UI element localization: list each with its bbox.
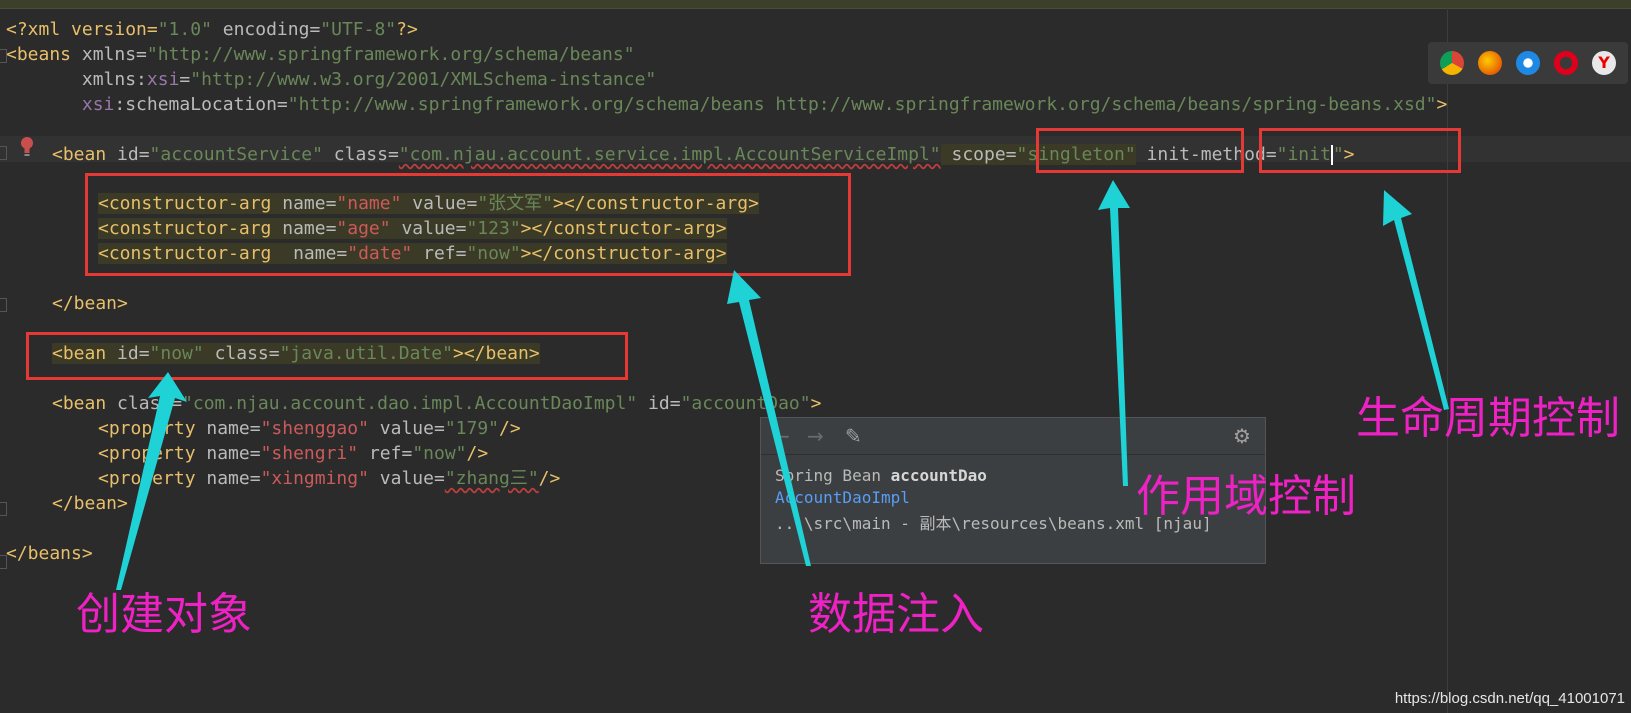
arrow-scope (1098, 180, 1130, 486)
arrow-lifecycle (1383, 190, 1449, 410)
annotation-data-injection: 数据注入 (808, 589, 984, 640)
watermark: https://blog.csdn.net/qq_41001071 (1394, 690, 1625, 707)
annotation-create-object: 创建对象 (76, 589, 252, 640)
arrow-create-object (116, 372, 187, 590)
arrow-data-injection (727, 270, 811, 566)
annotation-scope-control: 作用域控制 (1136, 471, 1356, 522)
annotation-lifecycle-control: 生命周期控制 (1356, 393, 1620, 444)
